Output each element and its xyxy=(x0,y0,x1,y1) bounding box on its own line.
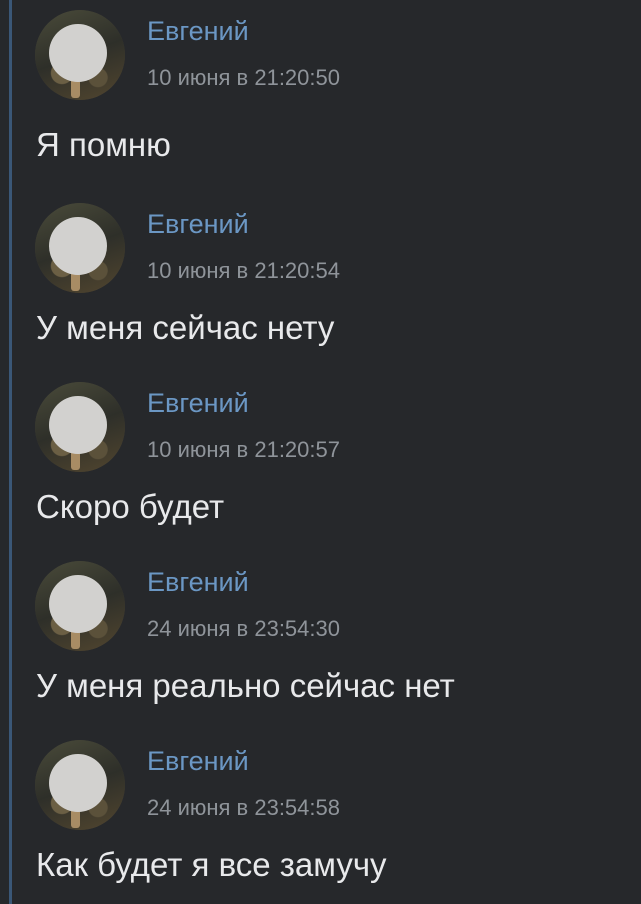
message-feed: Евгений 10 июня в 21:20:50 Я помню Евген… xyxy=(0,0,641,903)
message-text: У меня реально сейчас нет xyxy=(36,667,455,704)
message: Евгений 10 июня в 21:20:57 Скоро будет xyxy=(0,366,641,545)
author-name[interactable]: Евгений xyxy=(147,209,249,240)
avatar[interactable] xyxy=(35,740,125,830)
avatar-blur xyxy=(49,396,107,454)
message: Евгений 24 июня в 23:54:30 У меня реальн… xyxy=(0,545,641,724)
message: Евгений 10 июня в 21:20:50 Я помню xyxy=(0,0,641,187)
author-name[interactable]: Евгений xyxy=(147,567,249,598)
avatar-blur xyxy=(49,754,107,812)
message-header: Евгений 10 июня в 21:20:50 xyxy=(35,10,615,100)
message-header: Евгений 10 июня в 21:20:57 xyxy=(35,382,615,472)
message-header: Евгений 24 июня в 23:54:58 xyxy=(35,740,615,830)
message-timestamp[interactable]: 10 июня в 21:20:50 xyxy=(147,65,340,91)
author-name[interactable]: Евгений xyxy=(147,16,249,47)
message-header: Евгений 10 июня в 21:20:54 xyxy=(35,203,615,293)
avatar[interactable] xyxy=(35,10,125,100)
message-timestamp[interactable]: 10 июня в 21:20:54 xyxy=(147,258,340,284)
message-text: Скоро будет xyxy=(36,488,225,525)
message-timestamp[interactable]: 24 июня в 23:54:30 xyxy=(147,616,340,642)
avatar[interactable] xyxy=(35,382,125,472)
author-name[interactable]: Евгений xyxy=(147,746,249,777)
avatar[interactable] xyxy=(35,203,125,293)
message: Евгений 24 июня в 23:54:58 Как будет я в… xyxy=(0,724,641,903)
message-timestamp[interactable]: 24 июня в 23:54:58 xyxy=(147,795,340,821)
author-name[interactable]: Евгений xyxy=(147,388,249,419)
avatar-blur xyxy=(49,217,107,275)
message: Евгений 10 июня в 21:20:54 У меня сейчас… xyxy=(0,187,641,366)
message-text: Я помню xyxy=(36,126,171,163)
avatar-blur xyxy=(49,575,107,633)
avatar-blur xyxy=(49,24,107,82)
message-text: У меня сейчас нету xyxy=(36,309,335,346)
avatar[interactable] xyxy=(35,561,125,651)
message-timestamp[interactable]: 10 июня в 21:20:57 xyxy=(147,437,340,463)
message-text: Как будет я все замучу xyxy=(36,846,387,883)
message-header: Евгений 24 июня в 23:54:30 xyxy=(35,561,615,651)
